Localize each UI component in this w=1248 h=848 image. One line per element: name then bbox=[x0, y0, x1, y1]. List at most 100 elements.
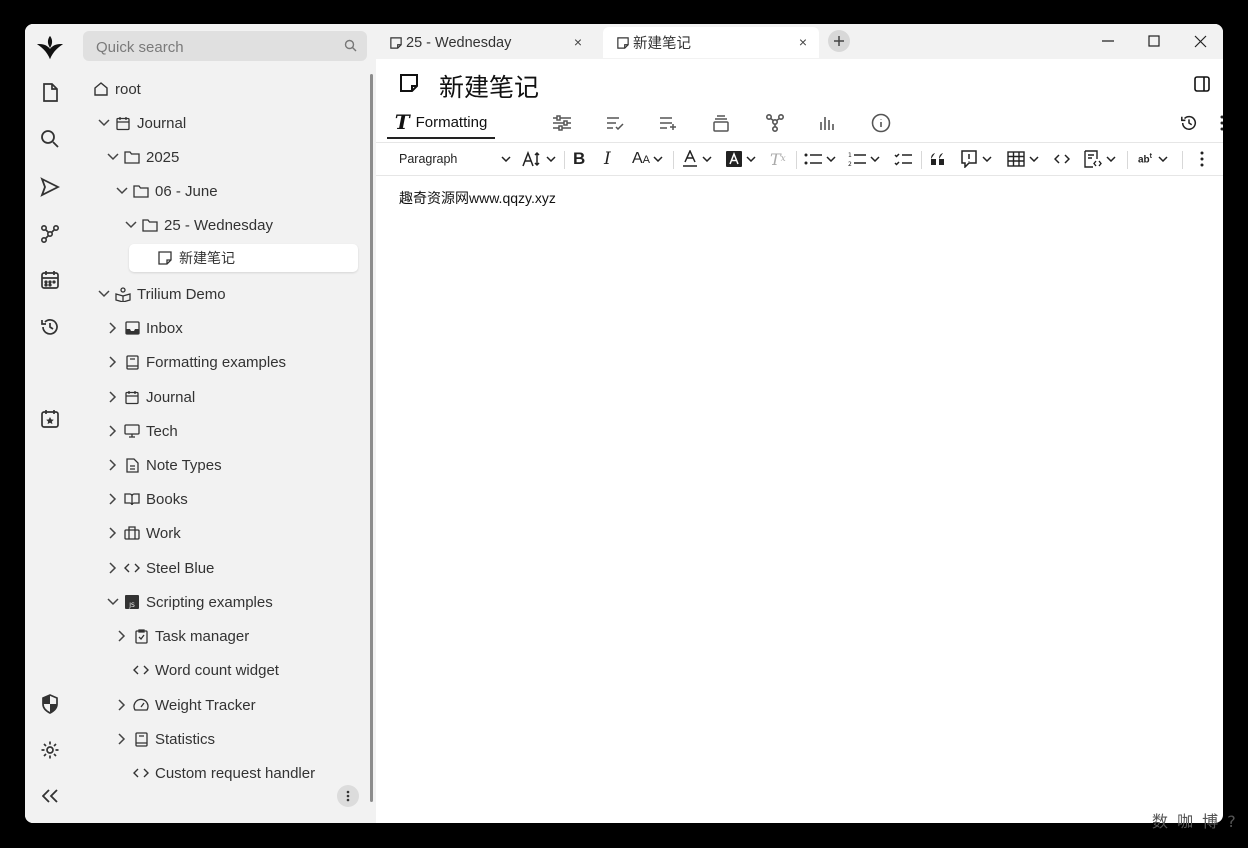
numbered-list-dropdown[interactable]: 12 bbox=[848, 146, 884, 172]
desktop-icon bbox=[124, 423, 140, 439]
chevron-right-icon[interactable] bbox=[113, 622, 131, 650]
tree-item-statistics[interactable]: Statistics bbox=[113, 725, 215, 753]
chevron-right-icon[interactable] bbox=[104, 485, 122, 513]
history-icon[interactable] bbox=[36, 313, 64, 341]
minimize-icon[interactable] bbox=[1096, 29, 1120, 53]
tree-item-journal[interactable]: Journal bbox=[95, 109, 186, 137]
ribbon-tab-promoted[interactable] bbox=[707, 107, 735, 139]
tree-item-task-manager[interactable]: Task manager bbox=[113, 622, 249, 650]
tree-item-year[interactable]: 2025 bbox=[104, 143, 179, 171]
tree-item-note-types[interactable]: Note Types bbox=[104, 451, 222, 479]
chevron-right-icon[interactable] bbox=[104, 519, 122, 547]
search-icon[interactable] bbox=[344, 39, 357, 57]
calendar-icon[interactable] bbox=[36, 266, 64, 294]
ribbon-tab-options[interactable] bbox=[548, 107, 576, 139]
font-size-dropdown[interactable]: AA bbox=[632, 146, 668, 172]
maximize-icon[interactable] bbox=[1142, 29, 1166, 53]
tab-new-note[interactable]: 新建笔记 × bbox=[603, 27, 819, 58]
heading-size-dropdown[interactable] bbox=[522, 146, 558, 172]
tree-item-word-count-widget[interactable]: Word count widget bbox=[133, 656, 279, 684]
ribbon-tab-info[interactable] bbox=[867, 107, 895, 139]
toggle-right-pane-icon[interactable] bbox=[1194, 76, 1210, 92]
numbered-list-icon: 12 bbox=[848, 152, 866, 167]
tree-item-trilium-demo[interactable]: Trilium Demo bbox=[95, 280, 226, 308]
protected-session-icon[interactable] bbox=[36, 690, 64, 718]
blockquote-icon[interactable] bbox=[930, 146, 946, 172]
chevron-right-icon[interactable] bbox=[104, 451, 122, 479]
chevron-right-icon[interactable] bbox=[113, 691, 131, 719]
chevron-down-icon[interactable] bbox=[104, 143, 122, 171]
new-tab-button[interactable] bbox=[828, 30, 850, 52]
chevron-right-icon[interactable] bbox=[104, 417, 122, 445]
tree-item-books[interactable]: Books bbox=[104, 485, 188, 513]
italic-icon[interactable]: I bbox=[604, 146, 618, 172]
font-color-dropdown[interactable] bbox=[682, 146, 716, 172]
tree-item-new-note[interactable]: 新建笔记 bbox=[129, 244, 358, 272]
note-title[interactable]: 新建笔记 bbox=[439, 68, 539, 104]
ribbon-tab-script[interactable] bbox=[601, 107, 629, 139]
watermark-text: 数 咖 博 ? bbox=[1152, 812, 1238, 831]
remove-format-icon[interactable]: Tx bbox=[770, 146, 788, 172]
tree-item-work[interactable]: Work bbox=[104, 519, 181, 547]
chevron-right-icon[interactable] bbox=[104, 554, 122, 582]
send-icon[interactable] bbox=[36, 173, 64, 201]
chevron-right-icon[interactable] bbox=[113, 725, 131, 753]
search-icon[interactable] bbox=[36, 125, 64, 153]
tree-more-options-button[interactable] bbox=[337, 785, 359, 807]
settings-gear-icon[interactable] bbox=[36, 736, 64, 764]
ribbon-tab-info-stats[interactable] bbox=[813, 107, 841, 139]
tree-scrollbar[interactable] bbox=[370, 74, 373, 802]
tree-item-custom-request-handler[interactable]: Custom request handler bbox=[133, 759, 315, 787]
close-window-icon[interactable] bbox=[1188, 29, 1212, 53]
tree-item-day[interactable]: 25 - Wednesday bbox=[122, 211, 273, 239]
chevron-down-icon[interactable] bbox=[95, 109, 113, 137]
today-icon[interactable] bbox=[36, 405, 64, 433]
ribbon-tab-note-map[interactable] bbox=[761, 107, 789, 139]
app-logo-icon[interactable] bbox=[36, 34, 64, 62]
inline-code-icon[interactable] bbox=[1054, 146, 1072, 172]
tree-item-inbox[interactable]: Inbox bbox=[104, 314, 183, 342]
tab-25-wednesday[interactable]: 25 - Wednesday × bbox=[376, 27, 594, 58]
tree-item-weight-tracker[interactable]: Weight Tracker bbox=[113, 691, 256, 719]
close-icon[interactable]: × bbox=[795, 34, 811, 50]
chevron-down-icon[interactable] bbox=[122, 211, 140, 239]
tree-item-label: Word count widget bbox=[155, 661, 279, 679]
chevron-right-icon[interactable] bbox=[104, 383, 122, 411]
tree-item-steel-blue[interactable]: Steel Blue bbox=[104, 554, 214, 582]
tree-item-tech[interactable]: Tech bbox=[104, 417, 178, 445]
note-content-editor[interactable]: 趣奇资源网www.qqzy.xyz bbox=[399, 188, 556, 208]
quick-search-input[interactable]: Quick search bbox=[83, 31, 367, 61]
tree-item-month[interactable]: 06 - June bbox=[113, 177, 218, 205]
chevron-down-icon bbox=[1106, 156, 1116, 162]
chevron-right-icon[interactable] bbox=[104, 314, 122, 342]
ribbon-tab-attributes[interactable] bbox=[654, 107, 682, 139]
folder-icon bbox=[124, 149, 140, 165]
chevron-down-icon[interactable] bbox=[104, 588, 122, 616]
note-revisions-icon[interactable] bbox=[1177, 107, 1201, 139]
tab-title: 新建笔记 bbox=[633, 36, 691, 52]
close-icon[interactable]: × bbox=[570, 34, 586, 50]
ribbon-tab-formatting[interactable]: T Formatting bbox=[387, 107, 495, 139]
chevron-right-icon[interactable] bbox=[104, 348, 122, 376]
special-characters-dropdown[interactable]: abt bbox=[1138, 146, 1174, 172]
paragraph-dropdown[interactable]: Paragraph bbox=[399, 146, 511, 172]
chevron-down-icon[interactable] bbox=[113, 177, 131, 205]
bold-icon[interactable]: B bbox=[573, 146, 589, 172]
todo-list-icon[interactable] bbox=[894, 146, 912, 172]
bulleted-list-dropdown[interactable] bbox=[804, 146, 840, 172]
note-menu-icon[interactable] bbox=[1216, 107, 1223, 139]
new-note-icon[interactable] bbox=[36, 79, 64, 107]
background-color-dropdown[interactable] bbox=[726, 146, 760, 172]
note-type-icon[interactable] bbox=[399, 73, 419, 93]
chevron-down-icon[interactable] bbox=[95, 280, 113, 308]
toolbar-more-icon[interactable] bbox=[1200, 146, 1206, 172]
admonition-dropdown[interactable] bbox=[960, 146, 996, 172]
tree-item-scripting-examples[interactable]: JS Scripting examples bbox=[104, 588, 273, 616]
tree-item-root[interactable]: root bbox=[93, 75, 141, 103]
insert-table-dropdown[interactable] bbox=[1007, 146, 1043, 172]
tree-item-formatting-examples[interactable]: Formatting examples bbox=[104, 348, 286, 376]
code-block-dropdown[interactable] bbox=[1084, 146, 1120, 172]
tree-item-journal-demo[interactable]: Journal bbox=[104, 383, 195, 411]
note-map-icon[interactable] bbox=[36, 220, 64, 248]
collapse-sidebar-icon[interactable] bbox=[36, 782, 64, 810]
